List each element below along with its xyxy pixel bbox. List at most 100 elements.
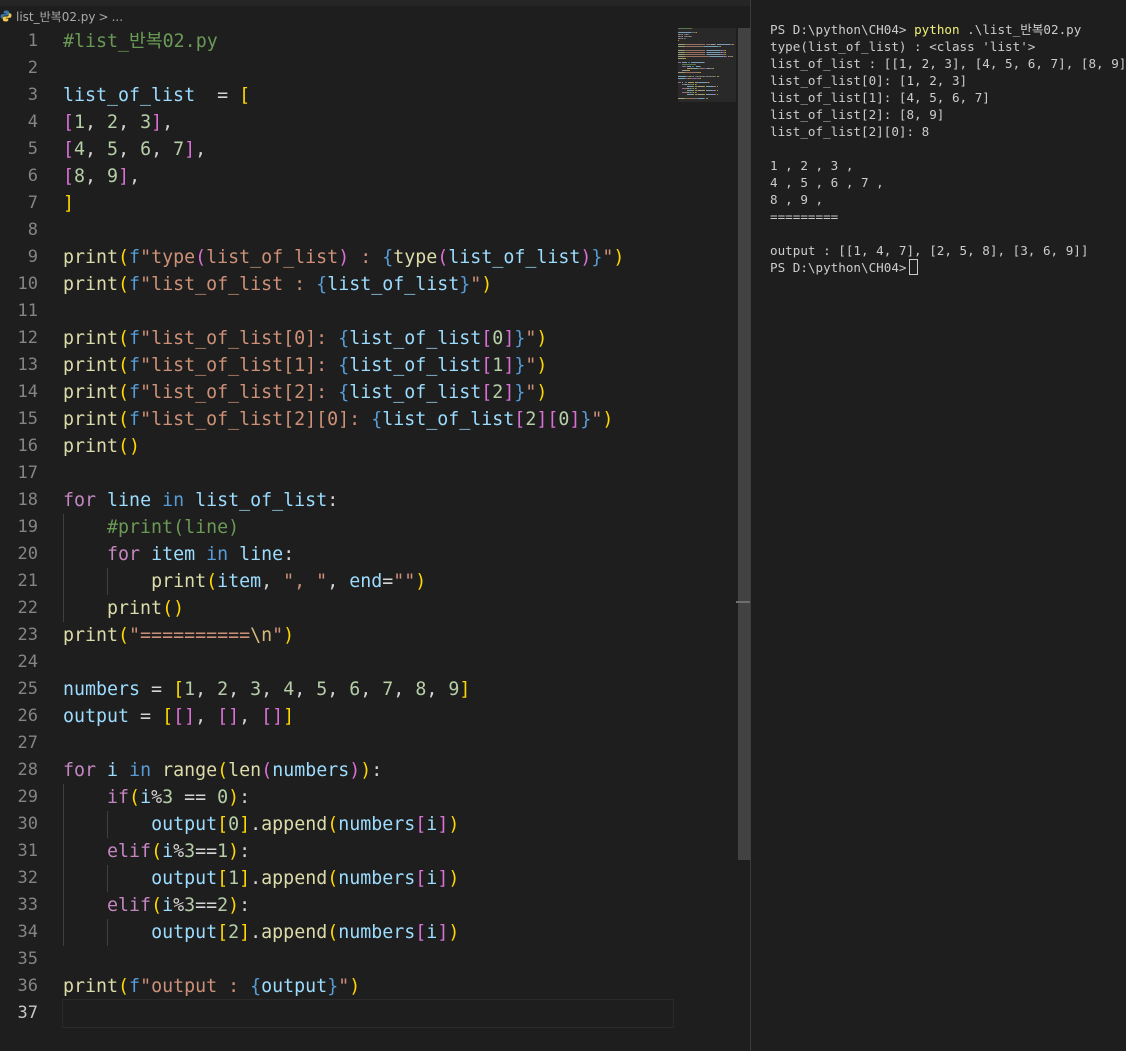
terminal-final-prompt-line[interactable]: PS D:\python\CH04> <box>770 259 1126 276</box>
code-line[interactable]: print(f"list_of_list[1]: {list_of_list[1… <box>63 352 673 379</box>
code-line[interactable] <box>63 460 673 487</box>
code-line[interactable]: print(f"list_of_list[2][0]: {list_of_lis… <box>63 406 673 433</box>
code-token: output <box>151 868 218 889</box>
code-line[interactable]: for item in line: <box>63 541 673 568</box>
code-token: { <box>338 355 350 376</box>
code-line[interactable]: print(f"type(list_of_list) : {type(list_… <box>63 244 673 271</box>
code-token: == <box>195 841 218 862</box>
code-token: 6 <box>140 139 152 160</box>
terminal-command: python <box>914 22 960 37</box>
code-token: [ <box>63 166 75 187</box>
code-token: ( <box>118 625 130 646</box>
line-number: 14 <box>17 382 38 402</box>
code-token: ] <box>184 139 196 160</box>
scrollbar-thumb[interactable] <box>738 28 750 860</box>
code-token: [ <box>481 355 493 376</box>
code-token: i <box>426 868 438 889</box>
code-token: in <box>206 544 229 565</box>
code-token: : <box>349 247 383 268</box>
code-token: () <box>118 436 141 457</box>
code-token: [ <box>514 409 526 430</box>
code-line[interactable]: [8, 9], <box>63 163 673 190</box>
code-line[interactable] <box>63 217 673 244</box>
code-line[interactable]: ] <box>63 190 673 217</box>
code-line[interactable]: print() <box>63 595 673 622</box>
code-token: " <box>525 328 537 349</box>
code-token: ) <box>415 571 427 592</box>
code-line[interactable] <box>63 946 673 973</box>
code-token: , <box>195 706 218 727</box>
editor-pane[interactable]: list_반복02.py >... 1 2 3 4 5 6 7 8 9 10 11 12 13 14 15 16… <box>0 0 750 1051</box>
breadcrumb-more[interactable]: ... <box>112 10 123 24</box>
code-line[interactable]: [4, 5, 6, 7], <box>63 136 673 163</box>
code-token: f <box>129 382 141 403</box>
code-token: ) <box>360 760 372 781</box>
code-line[interactable]: output = [[], [], []] <box>63 703 673 730</box>
code-token: print <box>107 598 163 619</box>
breadcrumb[interactable]: list_반복02.py >... <box>0 8 740 26</box>
code-line[interactable]: [1, 2, 3], <box>63 109 673 136</box>
code-line[interactable]: for line in list_of_list: <box>63 487 673 514</box>
code-area[interactable]: #list_반복02.py list_of_list = [[1, 2, 3],[… <box>62 28 674 1028</box>
code-line[interactable]: output[0].append(numbers[i]) <box>63 811 673 838</box>
code-line[interactable] <box>63 298 673 325</box>
code-token: print <box>63 247 119 268</box>
code-token: , <box>85 166 108 187</box>
code-token: ] <box>283 706 295 727</box>
code-token: #print(line) <box>107 517 240 538</box>
line-number: 25 <box>17 679 38 699</box>
code-line[interactable]: print(f"list_of_list : {list_of_list}") <box>63 271 673 298</box>
terminal-panel[interactable]: PS D:\python\CH04> python .\list_반복02.py… <box>751 0 1126 1051</box>
code-line[interactable] <box>62 999 674 1028</box>
code-token: type <box>393 247 438 268</box>
code-token: 0 <box>217 787 229 808</box>
code-token: == <box>195 895 218 916</box>
line-number: 31 <box>17 841 38 861</box>
code-token: ] <box>437 814 449 835</box>
code-line[interactable]: print(f"list_of_list[2]: {list_of_list[2… <box>63 379 673 406</box>
code-token: i <box>140 787 152 808</box>
terminal-line: 8 , 9 , <box>770 192 824 207</box>
breadcrumb-file[interactable]: list_반복02.py <box>16 10 96 24</box>
code-token: [] <box>217 706 240 727</box>
code-line[interactable]: for i in range(len(numbers)): <box>63 757 673 784</box>
code-token: ) <box>228 895 240 916</box>
code-line[interactable]: print() <box>63 433 673 460</box>
code-token: 0 <box>228 814 240 835</box>
code-line[interactable]: elif(i%3==1): <box>63 838 673 865</box>
code-line[interactable]: print(item, ", ", end="") <box>63 568 673 595</box>
code-line[interactable]: numbers = [1, 2, 3, 4, 5, 6, 7, 8, 9] <box>63 676 673 703</box>
code-token: numbers <box>338 922 416 943</box>
code-token: { <box>382 247 394 268</box>
code-line[interactable] <box>63 730 673 757</box>
code-line[interactable]: print("==========\n") <box>63 622 673 649</box>
code-line[interactable]: print(f"output : {output}") <box>63 973 673 1000</box>
code-line[interactable]: if(i%3 == 0): <box>63 784 673 811</box>
code-line[interactable]: output[1].append(numbers[i]) <box>63 865 673 892</box>
code-line[interactable] <box>63 55 673 82</box>
line-number: 21 <box>17 571 38 591</box>
code-token: numbers <box>338 814 416 835</box>
code-token: "list_of_list : <box>140 274 317 295</box>
code-token: i <box>426 922 438 943</box>
code-line[interactable]: print(f"list_of_list[0]: {list_of_list[0… <box>63 325 673 352</box>
code-line[interactable]: elif(i%3==2): <box>63 892 673 919</box>
code-token: ) <box>602 409 614 430</box>
code-token: ] <box>239 868 251 889</box>
code-line[interactable]: output[2].append(numbers[i]) <box>63 919 673 946</box>
minimap-slider[interactable] <box>678 28 736 102</box>
code-token: , <box>118 112 141 133</box>
code-token: "type <box>140 247 196 268</box>
code-line[interactable]: #list_반복02.py <box>63 28 673 55</box>
code-line[interactable] <box>63 649 673 676</box>
indent-guide <box>63 784 64 946</box>
code-line[interactable]: list_of_list = [ <box>63 82 673 109</box>
code-token: ( <box>261 760 273 781</box>
code-token: , <box>261 679 284 700</box>
code-line[interactable]: #print(line) <box>63 514 673 541</box>
editor-scrollbar[interactable] <box>736 28 750 1051</box>
code-token: . <box>250 922 262 943</box>
